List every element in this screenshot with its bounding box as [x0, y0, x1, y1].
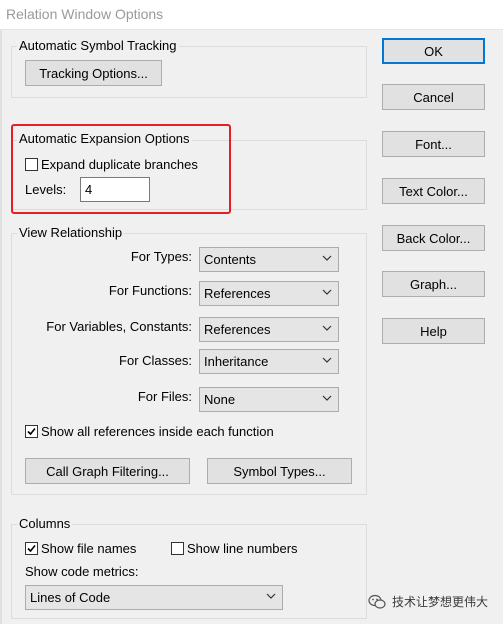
chevron-down-icon — [322, 395, 332, 401]
show-code-metrics-label: Show code metrics: — [25, 564, 139, 579]
for-functions-select[interactable]: References — [199, 281, 339, 306]
text-color-button[interactable]: Text Color... — [382, 178, 485, 204]
cancel-button[interactable]: Cancel — [382, 84, 485, 110]
watermark: 技术让梦想更伟大 — [368, 593, 488, 610]
for-classes-value: Inheritance — [204, 354, 269, 369]
ok-button[interactable]: OK — [382, 38, 485, 64]
for-files-value: None — [204, 392, 236, 407]
columns-group-label: Columns — [17, 516, 73, 531]
symbol-types-button[interactable]: Symbol Types... — [207, 458, 352, 484]
for-variables-select[interactable]: References — [199, 317, 339, 342]
show-line-numbers-label: Show line numbers — [187, 541, 298, 556]
help-button[interactable]: Help — [382, 318, 485, 344]
font-button[interactable]: Font... — [382, 131, 485, 157]
call-graph-filtering-button[interactable]: Call Graph Filtering... — [25, 458, 190, 484]
show-line-numbers-checkbox[interactable] — [171, 542, 184, 555]
wechat-icon — [368, 594, 386, 609]
window-frame-edge — [0, 30, 2, 624]
watermark-text: 技术让梦想更伟大 — [392, 595, 489, 609]
check-icon — [27, 544, 36, 553]
show-file-names-checkbox[interactable] — [25, 542, 38, 555]
chevron-down-icon — [322, 289, 332, 295]
for-files-select[interactable]: None — [199, 387, 339, 412]
code-metrics-value: Lines of Code — [30, 590, 111, 605]
title-bar: Relation Window Options — [0, 0, 503, 30]
for-types-select[interactable]: Contents — [199, 247, 339, 272]
code-metrics-select[interactable]: Lines of Code — [25, 585, 283, 610]
window-title: Relation Window Options — [6, 6, 164, 22]
for-types-label: For Types: — [130, 249, 192, 264]
back-color-button[interactable]: Back Color... — [382, 225, 485, 251]
tracking-options-button[interactable]: Tracking Options... — [25, 60, 162, 86]
chevron-down-icon — [322, 325, 332, 331]
for-classes-select[interactable]: Inheritance — [199, 349, 339, 374]
chevron-down-icon — [322, 255, 332, 261]
chevron-down-icon — [266, 593, 276, 599]
symbol-tracking-group-label: Automatic Symbol Tracking — [17, 38, 179, 53]
for-functions-label: For Functions: — [108, 283, 192, 298]
view-relationship-group-label: View Relationship — [17, 225, 125, 240]
for-files-label: For Files: — [137, 389, 192, 404]
show-file-names-label: Show file names — [41, 541, 137, 556]
show-all-refs-label: Show all references inside each function — [41, 424, 274, 439]
show-all-refs-checkbox[interactable] — [25, 425, 38, 438]
for-variables-label: For Variables, Constants: — [46, 319, 192, 334]
for-classes-label: For Classes: — [119, 353, 192, 368]
highlight-box — [11, 124, 231, 214]
graph-button[interactable]: Graph... — [382, 271, 485, 297]
check-icon — [27, 427, 36, 436]
for-types-value: Contents — [204, 252, 257, 267]
chevron-down-icon — [322, 357, 332, 363]
for-functions-value: References — [204, 286, 271, 301]
for-variables-value: References — [204, 322, 271, 337]
